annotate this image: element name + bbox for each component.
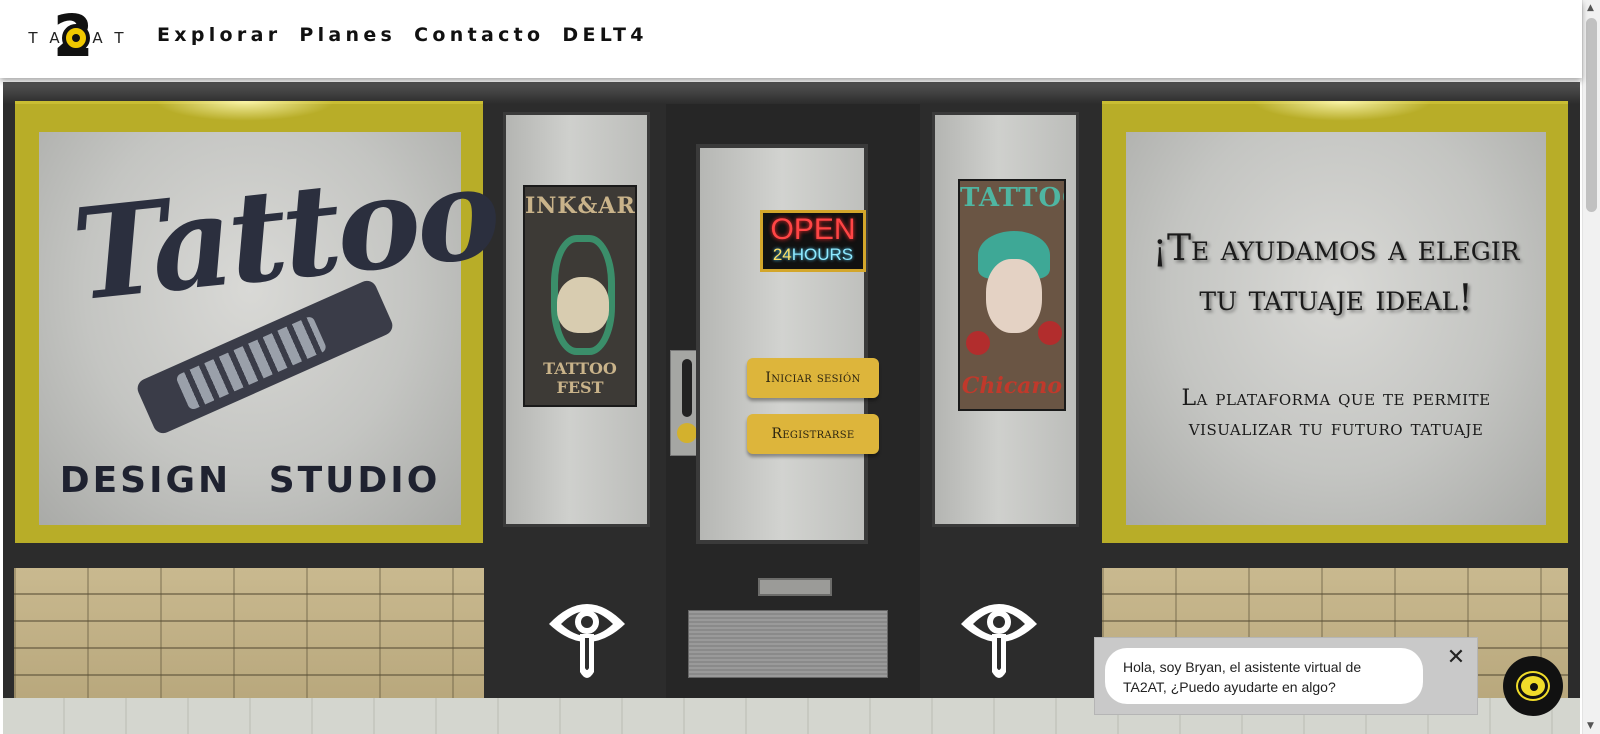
poster-title: INK&ART [525,193,636,219]
left-window-glass: Tattoo DESIGN STUDIO [39,132,504,525]
nav-contacto[interactable]: Contacto [414,24,544,46]
left-side-panel: INK&ART TATTOO FEST [503,112,650,527]
login-button[interactable]: Iniciar sesión [747,358,879,398]
chicano-poster: TATTOO Chicano [958,179,1066,411]
open-sign-hours: 24HOURS [763,246,863,264]
door-handle-icon [682,359,692,417]
ceiling-light [155,101,335,121]
logo-letter: T [114,29,124,47]
design-studio-caption: DESIGN STUDIO [59,460,441,501]
logo-letter: T [28,29,38,47]
hero-subtitle: La plataforma que te permite visualizar … [1126,384,1546,444]
open-24-hours-sign: OPEN 24HOURS [760,210,866,272]
door-glass: OPEN 24HOURS Iniciar sesión Registrarse [696,144,879,544]
eye-tear-icon [961,604,1037,678]
door-kick-plate [688,610,888,678]
nav-delt4[interactable]: DELT4 [562,24,647,46]
eye-icon [62,24,90,52]
hours-unit: HOURS [791,245,854,264]
door-lock-icon [677,423,697,443]
hero-subtitle-line: visualizar tu futuro tatuaje [1188,416,1484,441]
poster-script: Chicano [961,373,1063,399]
ceiling-light [1252,101,1432,121]
skull-icon [557,277,609,333]
hours-number: 24 [772,245,792,264]
ta2at-logo[interactable]: 2 T A A T [26,4,126,68]
nav-planes[interactable]: Planes [299,24,396,46]
top-navbar: 2 T A A T Explorar Planes Contacto DELT4 [0,0,1582,78]
eye-tear-icon [549,604,625,678]
nav-explorar[interactable]: Explorar [157,24,281,46]
chatbot-avatar-button[interactable] [1503,656,1563,716]
hero-title-line: ¡Te ayudamos a elegir [1152,228,1520,269]
open-sign-text: OPEN [770,213,856,246]
hero-title-line: tu tatuaje ideal! [1199,278,1473,319]
right-window-glass: ¡Te ayudamos a elegir tu tatuaje ideal! … [1126,132,1546,525]
scroll-thumb[interactable] [1586,18,1597,212]
poster-title: TATTOO [960,183,1064,213]
right-shop-window: ¡Te ayudamos a elegir tu tatuaje ideal! … [1102,101,1568,543]
left-shop-window: Tattoo DESIGN STUDIO [15,101,504,543]
scroll-up-arrow-icon[interactable]: ▲ [1587,3,1594,13]
stone-wall-left [14,568,484,703]
poster-subtitle: TATTOO FEST [543,359,617,397]
right-side-panel: TATTOO Chicano [932,112,1079,527]
shop-door: OPEN 24HOURS Iniciar sesión Registrarse [666,104,920,706]
hero-title: ¡Te ayudamos a elegir tu tatuaje ideal! [1126,224,1546,324]
logo-letter: A [49,29,60,47]
scroll-down-arrow-icon[interactable]: ▼ [1587,721,1594,731]
page-scrollbar[interactable]: ▲ ▼ [1582,0,1600,734]
logo-letter: A [92,29,103,47]
ink-art-poster: INK&ART TATTOO FEST [523,185,637,407]
pupil [1530,683,1538,691]
rose-icon [1038,321,1062,345]
eye-icon [1518,673,1548,699]
mail-slot [758,578,832,596]
chat-popup: Hola, soy Bryan, el asistente virtual de… [1094,637,1478,715]
face-icon [986,259,1042,333]
register-button[interactable]: Registrarse [747,414,879,454]
close-icon[interactable]: ✕ [1445,647,1467,670]
main-nav: Explorar Planes Contacto DELT4 [157,24,648,46]
hero-subtitle-line: La plataforma que te permite [1181,386,1491,411]
tattoo-script-word: Tattoo [66,137,504,330]
rose-icon [966,331,990,355]
chat-message: Hola, soy Bryan, el asistente virtual de… [1105,648,1423,704]
